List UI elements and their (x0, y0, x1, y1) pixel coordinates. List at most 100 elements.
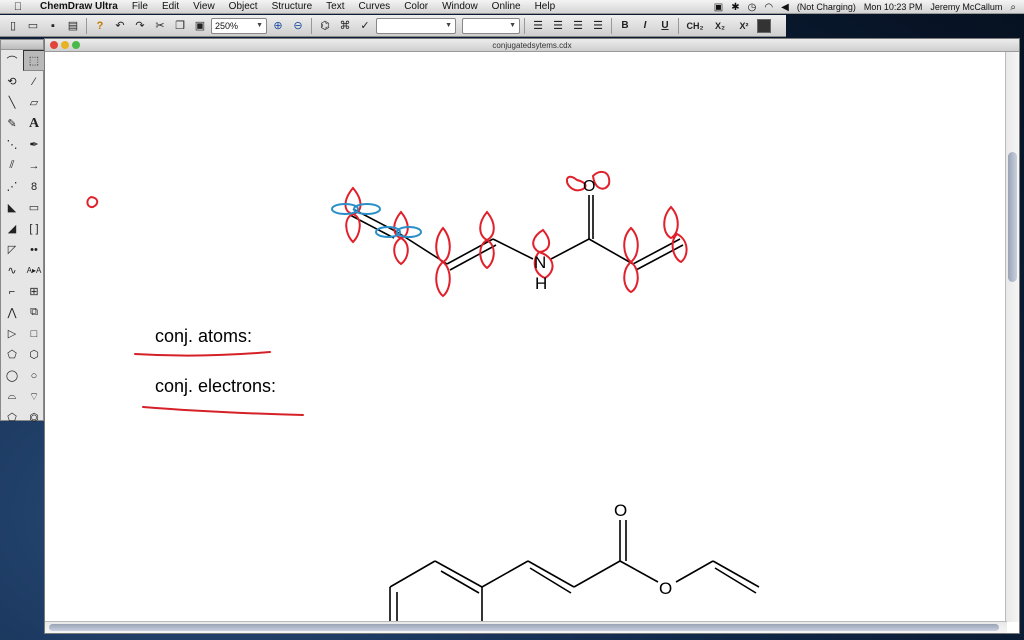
menu-object[interactable]: Object (229, 1, 258, 12)
copy-icon[interactable]: ❐ (171, 17, 189, 35)
mass-fragment-icon[interactable]: ⁄ (23, 71, 45, 92)
clock[interactable]: Mon 10:23 PM (864, 2, 923, 12)
superscript-button[interactable]: X² (733, 17, 755, 35)
zoom-select[interactable]: 250% ▼ (211, 17, 267, 34)
document-titlebar[interactable]: conjugatedsytems.cdx (45, 39, 1019, 52)
timemachine-icon[interactable]: ◷ (748, 2, 757, 13)
chain-icon[interactable]: ⋀ (1, 302, 23, 323)
spotlight-icon[interactable]: ⌕ (1010, 2, 1016, 13)
size-select[interactable]: ▼ (462, 17, 520, 34)
menu-text[interactable]: Text (326, 1, 344, 12)
italic-button[interactable]: I (636, 17, 654, 35)
cyclohexane-chair-icon[interactable]: ⌓ (1, 386, 23, 407)
table-icon[interactable]: ⊞ (23, 281, 45, 302)
templates-icon[interactable]: ⧉ (23, 302, 45, 323)
script-icon[interactable]: ▣ (714, 2, 723, 13)
menu-file[interactable]: File (132, 1, 148, 12)
hollow-wedge-icon[interactable]: ◸ (1, 239, 23, 260)
cyclooctane-icon[interactable]: ○ (23, 365, 45, 386)
cyclopentadiene-icon[interactable]: ⬠ (1, 407, 23, 428)
wifi-icon[interactable]: ◠ (764, 2, 773, 13)
chevron-down-icon: ▼ (509, 22, 516, 29)
align-center-icon[interactable]: ☰ (549, 17, 567, 35)
battery-status[interactable]: (Not Charging) (797, 2, 856, 12)
drawing-canvas[interactable]: N H O O O conj. atoms: conj. electrons: (45, 52, 1005, 622)
menu-help[interactable]: Help (535, 1, 556, 12)
hashed-bond-icon[interactable]: ⫽ (1, 155, 23, 176)
vertical-scroll-thumb[interactable] (1008, 152, 1017, 282)
cyclopentane-icon[interactable]: ⬠ (1, 344, 23, 365)
menu-color[interactable]: Color (404, 1, 428, 12)
justify-icon[interactable]: ☰ (589, 17, 607, 35)
wavy-bond-icon[interactable]: ∿ (1, 260, 23, 281)
align-left-icon[interactable]: ☰ (529, 17, 547, 35)
subscript-button[interactable]: X₂ (709, 17, 731, 35)
pencil-icon[interactable]: ✎ (1, 113, 23, 134)
eraser-icon[interactable]: ▱ (23, 92, 45, 113)
brackets-icon[interactable]: [ ] (23, 218, 45, 239)
open-folder-icon[interactable]: ▭ (24, 17, 42, 35)
undo-icon[interactable]: ↶ (111, 17, 129, 35)
menu-edit[interactable]: Edit (162, 1, 179, 12)
paste-icon[interactable]: ▣ (191, 17, 209, 35)
menu-view[interactable]: View (193, 1, 215, 12)
cut-icon[interactable]: ✂ (151, 17, 169, 35)
palette-titlebar[interactable] (1, 40, 43, 50)
bluetooth-icon[interactable]: ✱ (731, 2, 739, 13)
zoom-in-icon[interactable]: ⊕ (269, 17, 287, 35)
cyclopropane-icon[interactable]: ▷ (1, 323, 23, 344)
acyclic-chain-icon[interactable]: ⌐ (1, 281, 23, 302)
redo-icon[interactable]: ↷ (131, 17, 149, 35)
wedged-bond-icon[interactable]: ◢ (1, 218, 23, 239)
solid-bond-icon[interactable]: ╲ (1, 92, 23, 113)
wedge-bond-icon[interactable]: ◣ (1, 197, 23, 218)
vertical-scrollbar[interactable] (1005, 52, 1019, 622)
orbital-icon[interactable]: 8 (23, 176, 45, 197)
cycloheptane-icon[interactable]: ◯ (1, 365, 23, 386)
tool-palette: ⌒ ⬚ ⟲ ⁄ ╲ ▱ ✎ A ⋱ ✒ ⫽ → ⋰ 8 ◣ ▭ ◢ [ ] ◸ … (0, 39, 45, 424)
benzene-icon[interactable]: ⏣ (23, 407, 45, 428)
menu-structure[interactable]: Structure (272, 1, 313, 12)
lasso-icon[interactable]: ⌒ (1, 50, 23, 71)
apple-icon[interactable]:  (10, 1, 26, 13)
hashed-wedge-icon[interactable]: ⋰ (1, 176, 23, 197)
horizontal-scrollbar[interactable] (45, 621, 1007, 633)
menu-curves[interactable]: Curves (359, 1, 391, 12)
cyclohexane-chair-alt-icon[interactable]: ⌔ (23, 386, 45, 407)
drawing-elements-icon[interactable]: ▭ (23, 197, 45, 218)
print-icon[interactable]: ▤ (64, 17, 82, 35)
pen-tool-icon[interactable]: ✒ (23, 134, 45, 155)
align-right-icon[interactable]: ☰ (569, 17, 587, 35)
arrow-tool-icon[interactable]: → (23, 155, 45, 176)
zoom-out-icon[interactable]: ⊖ (289, 17, 307, 35)
volume-icon[interactable]: ◀ (781, 2, 789, 13)
font-select[interactable]: ▼ (376, 17, 456, 34)
cyclohexane-icon[interactable]: ⬡ (23, 344, 45, 365)
close-icon[interactable] (50, 41, 58, 49)
zoom-window-icon[interactable] (72, 41, 80, 49)
text-tool-icon[interactable]: A (23, 113, 45, 134)
rotate-icon[interactable]: ⟲ (1, 71, 23, 92)
new-document-icon[interactable]: ▯ (4, 17, 22, 35)
menu-online[interactable]: Online (492, 1, 521, 12)
user-name[interactable]: Jeremy McCallum (930, 2, 1002, 12)
bold-button[interactable]: B (616, 17, 634, 35)
marquee-icon[interactable]: ⬚ (23, 50, 45, 71)
chemical-symbols-icon[interactable]: •• (23, 239, 45, 260)
checkmark-icon[interactable]: ✓ (356, 17, 374, 35)
underline-button[interactable]: U (656, 17, 674, 35)
cyclobutane-icon[interactable]: □ (23, 323, 45, 344)
dashed-bond-icon[interactable]: ⋱ (1, 134, 23, 155)
clean-structure-icon[interactable]: ⌘ (336, 17, 354, 35)
app-menu[interactable]: ChemDraw Ultra (40, 1, 118, 12)
query-icon[interactable]: A▸A (23, 260, 45, 281)
formula-button[interactable]: CH₂ (683, 17, 707, 35)
horizontal-scroll-thumb[interactable] (49, 624, 999, 631)
minimize-icon[interactable] (61, 41, 69, 49)
save-icon[interactable]: ▪ (44, 17, 62, 35)
structure-check-icon[interactable]: ⌬ (316, 17, 334, 35)
menu-window[interactable]: Window (442, 1, 478, 12)
color-swatch[interactable] (757, 18, 771, 33)
document-title: conjugatedsytems.cdx (492, 41, 572, 50)
help-icon[interactable]: ? (91, 17, 109, 35)
